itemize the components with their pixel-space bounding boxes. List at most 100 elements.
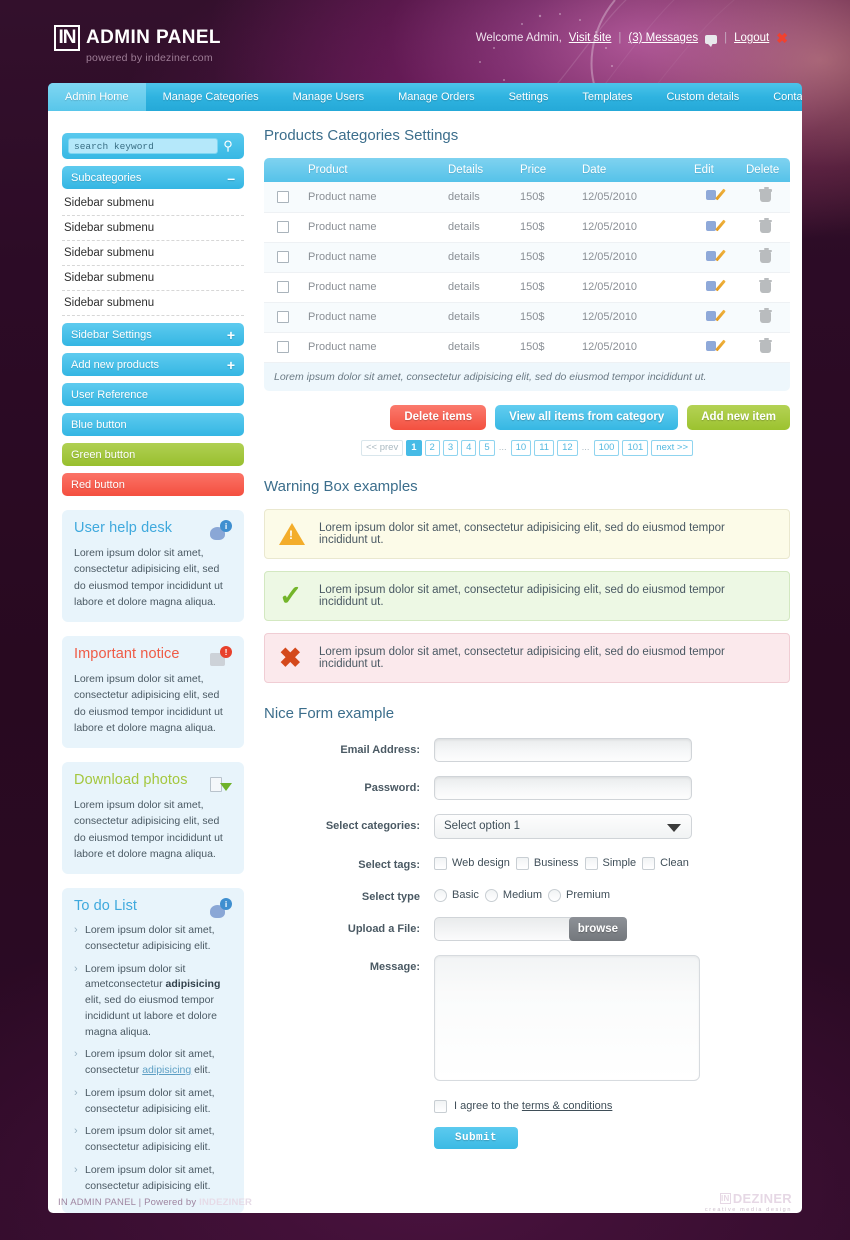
trash-icon[interactable]	[758, 307, 772, 323]
messages-link[interactable]: (3) Messages	[628, 32, 698, 44]
trash-icon[interactable]	[758, 187, 772, 203]
search-input[interactable]	[68, 138, 218, 154]
sidebar-section-subcategories[interactable]: Subcategories –	[62, 166, 244, 189]
cell-delete[interactable]	[740, 212, 790, 243]
th-product[interactable]: Product	[302, 158, 442, 182]
edit-icon[interactable]	[706, 279, 726, 293]
close-icon[interactable]: ✖	[776, 31, 788, 45]
pagination-ellipsis[interactable]: ...	[497, 439, 508, 456]
sidebar-button-add-new-products[interactable]: Add new products +	[62, 353, 244, 376]
cell-delete[interactable]	[740, 332, 790, 363]
th-details[interactable]: Details	[442, 158, 514, 182]
plus-icon[interactable]: +	[227, 328, 235, 342]
cell-delete[interactable]	[740, 302, 790, 333]
tag-option-simple[interactable]: Simple	[584, 856, 636, 870]
checkbox[interactable]	[434, 856, 447, 870]
checkbox[interactable]	[515, 856, 529, 870]
cell-edit[interactable]	[688, 212, 740, 243]
sidebar-submenu-item[interactable]: Sidebar submenu	[62, 291, 244, 316]
cell-edit[interactable]	[688, 272, 740, 303]
terms-link[interactable]: terms & conditions	[522, 1100, 612, 1112]
nav-item-contact[interactable]: Contact	[756, 83, 802, 111]
pagination-page-5[interactable]: 5	[479, 439, 495, 456]
row-select-cell[interactable]	[264, 242, 302, 273]
nav-item-admin-home[interactable]: Admin Home	[48, 83, 146, 111]
radio-button[interactable]	[484, 888, 498, 902]
th-price[interactable]: Price	[514, 158, 576, 182]
minus-icon[interactable]: –	[227, 171, 235, 185]
row-checkbox[interactable]	[277, 190, 289, 203]
pagination-ellipsis[interactable]: ...	[580, 439, 591, 456]
type-option-basic[interactable]: Basic	[434, 888, 479, 902]
cell-edit[interactable]	[688, 182, 740, 213]
trash-icon[interactable]	[758, 277, 772, 293]
message-textarea[interactable]	[434, 954, 700, 1081]
tag-option-business[interactable]: Business	[515, 856, 579, 870]
row-checkbox[interactable]	[277, 341, 289, 354]
table-row[interactable]: Product name details 150$ 12/05/2010	[264, 182, 790, 213]
visit-site-link[interactable]: Visit site	[569, 32, 612, 44]
search-icon[interactable]: ⚲	[218, 138, 238, 154]
password-field[interactable]	[434, 775, 692, 800]
table-row[interactable]: Product name details 150$ 12/05/2010	[264, 212, 790, 243]
pagination-page-3[interactable]: 3	[442, 439, 459, 456]
table-row[interactable]: Product name details 150$ 12/05/2010	[264, 272, 790, 303]
delete-items-button[interactable]: Delete items	[390, 404, 487, 430]
sidebar-submenu-item[interactable]: Sidebar submenu	[62, 266, 244, 291]
type-option-premium[interactable]: Premium	[548, 888, 610, 902]
cell-edit[interactable]	[688, 332, 740, 363]
browse-button[interactable]: browse	[568, 916, 627, 941]
file-input[interactable]: browse	[434, 916, 627, 941]
agree-checkbox[interactable]	[434, 1099, 447, 1113]
row-select-cell[interactable]	[264, 302, 302, 333]
row-checkbox[interactable]	[277, 311, 289, 324]
plus-icon[interactable]: +	[227, 358, 235, 372]
table-row[interactable]: Product name details 150$ 12/05/2010	[264, 302, 790, 333]
sidebar-button-green-button[interactable]: Green button	[62, 443, 244, 466]
cell-edit[interactable]	[688, 302, 740, 333]
radio-button[interactable]	[434, 888, 447, 902]
message-bubble-icon[interactable]	[705, 34, 718, 47]
pagination-page-10[interactable]: 10	[510, 439, 532, 456]
nav-item-manage-orders[interactable]: Manage Orders	[381, 83, 491, 111]
sidebar-submenu-item[interactable]: Sidebar submenu	[62, 191, 244, 216]
sidebar-submenu-item[interactable]: Sidebar submenu	[62, 216, 244, 241]
pagination-page-101[interactable]: 101	[622, 439, 649, 456]
pagination-page-100[interactable]: 100	[593, 439, 620, 456]
row-checkbox[interactable]	[277, 221, 289, 234]
edit-icon[interactable]	[706, 188, 726, 202]
pagination-page-4[interactable]: 4	[461, 439, 477, 456]
nav-item-settings[interactable]: Settings	[492, 83, 566, 111]
th-date[interactable]: Date	[576, 158, 688, 182]
sidebar-button-user-reference[interactable]: User Reference	[62, 383, 244, 406]
sidebar-button-sidebar-settings[interactable]: Sidebar Settings +	[62, 323, 244, 346]
sidebar-button-red-button[interactable]: Red button	[62, 473, 244, 496]
submit-button[interactable]: Submit	[434, 1126, 518, 1149]
edit-icon[interactable]	[706, 309, 726, 323]
checkbox[interactable]	[642, 856, 656, 870]
pagination-page-11[interactable]: 11	[534, 439, 555, 456]
table-row[interactable]: Product name details 150$ 12/05/2010	[264, 332, 790, 363]
table-row[interactable]: Product name details 150$ 12/05/2010	[264, 242, 790, 273]
email-field[interactable]	[434, 737, 692, 762]
tag-option-web-design[interactable]: Web design	[434, 856, 510, 870]
cell-delete[interactable]	[740, 182, 790, 213]
edit-icon[interactable]	[706, 249, 726, 263]
pagination-page-12[interactable]: 12	[557, 439, 578, 456]
tag-option-clean[interactable]: Clean	[642, 856, 689, 870]
cell-delete[interactable]	[740, 242, 790, 273]
edit-icon[interactable]	[706, 339, 726, 353]
logo[interactable]: IN ADMIN PANEL powered by indeziner.com	[54, 25, 221, 64]
row-checkbox[interactable]	[277, 251, 289, 264]
sidebar-button-blue-button[interactable]: Blue button	[62, 413, 244, 436]
pagination-page-1[interactable]: 1	[406, 439, 422, 456]
sidebar-submenu-item[interactable]: Sidebar submenu	[62, 241, 244, 266]
categories-select[interactable]: Select option 1	[434, 813, 692, 839]
checkbox[interactable]	[584, 856, 598, 870]
row-select-cell[interactable]	[264, 332, 302, 363]
cell-edit[interactable]	[688, 242, 740, 273]
row-select-cell[interactable]	[264, 272, 302, 303]
nav-item-manage-users[interactable]: Manage Users	[276, 83, 382, 111]
view-all-items-from-category-button[interactable]: View all items from category	[495, 404, 679, 430]
edit-icon[interactable]	[706, 219, 726, 233]
